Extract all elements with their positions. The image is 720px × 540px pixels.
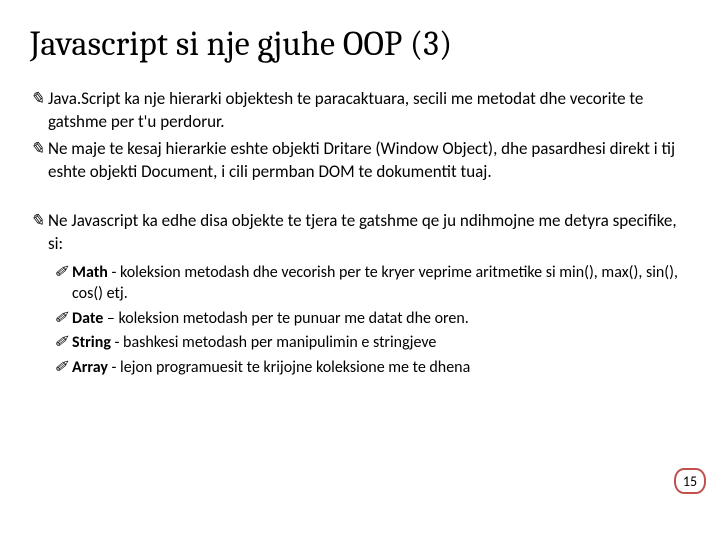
scribble-icon: ✎: [30, 88, 48, 111]
bullet-item: ✎ Ne Javascript ka edhe disa objekte te …: [30, 210, 680, 256]
slide: Javascript si nje gjuhe OOP (3) ✎ Java.S…: [0, 0, 720, 540]
sub-rest: – koleksion metodash per te punuar me da…: [103, 309, 469, 328]
sub-item: ✐ String - bashkesi metodash per manipul…: [54, 332, 680, 354]
bullet-list-2: ✎ Ne Javascript ka edhe disa objekte te …: [30, 210, 680, 256]
bullet-text: Java.Script ka nje hierarki objektesh te…: [48, 88, 680, 134]
sub-text: Math - koleksion metodash dhe vecorish p…: [72, 262, 680, 305]
sub-bold: Array: [72, 358, 108, 377]
bullet-text: Ne maje te kesaj hierarkie eshte objekti…: [48, 138, 680, 184]
sub-bold: Date: [72, 309, 103, 328]
sub-text: String - bashkesi metodash per manipulim…: [72, 332, 680, 354]
pencil-icon: ✐: [54, 308, 72, 330]
sub-rest: - koleksion metodash dhe vecorish per te…: [72, 263, 678, 304]
scribble-icon: ✎: [30, 138, 48, 161]
sub-bold: String: [72, 333, 111, 352]
scribble-icon: ✎: [30, 210, 48, 233]
sub-bold: Math: [72, 263, 108, 282]
bullet-text: Ne Javascript ka edhe disa objekte te tj…: [48, 210, 680, 256]
pencil-icon: ✐: [54, 357, 72, 379]
sub-bullet-list: ✐ Math - koleksion metodash dhe vecorish…: [54, 262, 680, 379]
sub-rest: - bashkesi metodash per manipulimin e st…: [111, 333, 436, 352]
sub-text: Array - lejon programuesit te krijojne k…: [72, 357, 680, 379]
sub-item: ✐ Array - lejon programuesit te krijojne…: [54, 357, 680, 379]
sub-text: Date – koleksion metodash per te punuar …: [72, 308, 680, 330]
bullet-item: ✎ Ne maje te kesaj hierarkie eshte objek…: [30, 138, 680, 184]
bullet-list-1: ✎ Java.Script ka nje hierarki objektesh …: [30, 88, 680, 184]
pencil-icon: ✐: [54, 262, 72, 284]
page-number-badge: 15: [674, 468, 706, 494]
sub-item: ✐ Math - koleksion metodash dhe vecorish…: [54, 262, 680, 305]
sub-rest: - lejon programuesit te krijojne koleksi…: [108, 358, 470, 377]
bullet-item: ✎ Java.Script ka nje hierarki objektesh …: [30, 88, 680, 134]
sub-item: ✐ Date – koleksion metodash per te punua…: [54, 308, 680, 330]
spacer: [30, 188, 680, 210]
pencil-icon: ✐: [54, 332, 72, 354]
slide-title: Javascript si nje gjuhe OOP (3): [30, 24, 680, 64]
